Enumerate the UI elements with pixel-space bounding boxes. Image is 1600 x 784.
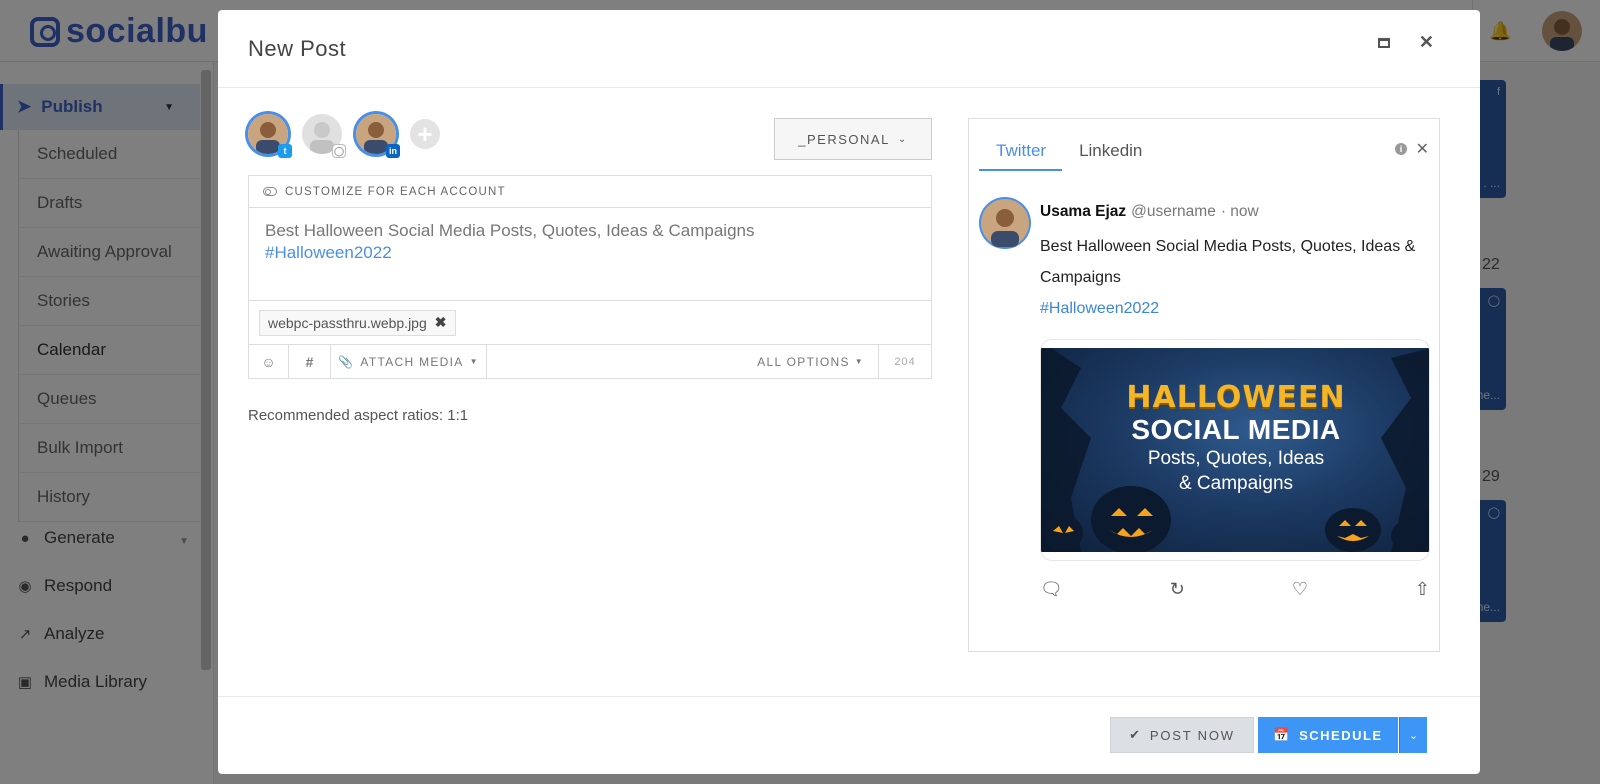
tab-linkedin[interactable]: Linkedin (1062, 141, 1158, 171)
hashtag-icon[interactable]: # (289, 345, 331, 378)
tweet-author-name: Usama Ejaz (1040, 203, 1127, 220)
tweet-handle: @username (1131, 203, 1216, 220)
modal-footer: ✔ POST NOW 📅 SCHEDULE ⌄ (218, 696, 1480, 774)
schedule-button[interactable]: 📅 SCHEDULE (1258, 717, 1398, 753)
close-preview-icon[interactable]: ✕ (1416, 139, 1429, 159)
post-preview-panel: Twitter Linkedin i ✕ Usama Ejaz @usernam… (968, 118, 1440, 652)
retweet-icon[interactable]: ↻ (1170, 579, 1185, 600)
image-caption: Posts, Quotes, Ideas & Campaigns (1041, 446, 1429, 496)
preview-tabs: Twitter Linkedin (979, 141, 1158, 171)
post-text-input[interactable]: Best Halloween Social Media Posts, Quote… (249, 208, 931, 301)
account-avatar-twitter[interactable]: t (248, 114, 292, 158)
attachments-row: webpc-passthru.webp.jpg ✖ (249, 301, 931, 345)
image-subheading: SOCIAL MEDIA (1131, 414, 1341, 445)
tweet-avatar (979, 197, 1031, 249)
add-account-plus-icon[interactable]: + (410, 119, 440, 149)
new-post-modal: New Post ✕ t ◯ in + _PERSONAL ⌄ CUSTOMIZ… (218, 10, 1480, 774)
like-heart-icon[interactable]: ♡ (1292, 579, 1308, 600)
schedule-options-chevron-icon[interactable]: ⌄ (1399, 717, 1427, 753)
account-selector: t ◯ in + (248, 114, 440, 158)
editor-toolbar: ☺ # 📎 ATTACH MEDIA ▼ ALL OPTIONS ▼ 204 (249, 345, 931, 378)
chevron-down-icon: ⌄ (897, 133, 908, 145)
all-options-button[interactable]: ALL OPTIONS ▼ (743, 345, 879, 378)
image-heading: HALLOWEEN (1126, 380, 1346, 415)
maximize-icon[interactable] (1378, 38, 1390, 48)
remove-attachment-icon[interactable]: ✖ (435, 314, 447, 331)
account-avatar-linkedin[interactable]: in (356, 114, 400, 158)
linkedin-icon: in (386, 144, 400, 158)
check-icon: ✔ (1129, 727, 1142, 742)
share-icon[interactable]: ⇧ (1415, 579, 1430, 600)
tweet-time: · now (1220, 203, 1259, 220)
customize-label: CUSTOMIZE FOR EACH ACCOUNT (285, 185, 506, 198)
attach-media-button[interactable]: 📎 ATTACH MEDIA ▼ (331, 345, 487, 378)
tweet-media-card: HALLOWEEN SOCIAL MEDIA Posts, Quotes, Id… (1040, 339, 1430, 561)
instagram-icon: ◯ (332, 144, 346, 158)
post-hashtag: #Halloween2022 (265, 243, 392, 262)
tweet-actions: 🗨 ↻ ♡ ⇧ (1040, 579, 1430, 600)
paperclip-icon: 📎 (338, 354, 355, 369)
account-group-label: _PERSONAL (798, 131, 890, 147)
schedule-label: SCHEDULE (1299, 727, 1383, 743)
twitter-icon: t (278, 144, 292, 158)
image-caption-line: & Campaigns (1178, 473, 1294, 494)
post-now-button[interactable]: ✔ POST NOW (1110, 717, 1254, 753)
info-icon[interactable]: i (1395, 143, 1407, 155)
halloween-image: HALLOWEEN SOCIAL MEDIA Posts, Quotes, Id… (1041, 348, 1429, 552)
post-now-label: POST NOW (1149, 727, 1235, 743)
account-avatar-instagram[interactable]: ◯ (302, 114, 346, 158)
modal-title: New Post (248, 36, 347, 61)
image-caption-line: Posts, Quotes, Ideas (1147, 448, 1325, 469)
post-editor: CUSTOMIZE FOR EACH ACCOUNT Best Hallowee… (248, 175, 932, 379)
tweet-header: Usama Ejaz @username · now (1040, 203, 1259, 221)
attachment-filename: webpc-passthru.webp.jpg (268, 314, 427, 331)
attachment-chip: webpc-passthru.webp.jpg ✖ (259, 309, 456, 336)
tweet-text: Best Halloween Social Media Posts, Quote… (1040, 238, 1416, 286)
tweet-hashtag[interactable]: #Halloween2022 (1040, 293, 1159, 324)
emoji-icon[interactable]: ☺ (249, 345, 289, 378)
close-icon[interactable]: ✕ (1419, 32, 1434, 53)
attach-media-label: ATTACH MEDIA (360, 354, 464, 369)
all-options-label: ALL OPTIONS (757, 354, 850, 369)
customize-toggle[interactable]: CUSTOMIZE FOR EACH ACCOUNT (249, 176, 931, 208)
post-text: Best Halloween Social Media Posts, Quote… (265, 221, 755, 240)
reply-icon[interactable]: 🗨 (1040, 579, 1063, 600)
caret-down-icon: ▼ (469, 357, 479, 366)
aspect-ratio-note: Recommended aspect ratios: 1:1 (248, 407, 469, 424)
modal-header: New Post ✕ (218, 10, 1480, 88)
toggle-icon (263, 187, 277, 196)
tab-twitter[interactable]: Twitter (979, 141, 1063, 171)
character-count: 204 (894, 355, 916, 368)
account-group-dropdown[interactable]: _PERSONAL ⌄ (774, 118, 932, 160)
caret-down-icon: ▼ (854, 357, 864, 366)
calendar-icon: 📅 (1273, 727, 1292, 742)
